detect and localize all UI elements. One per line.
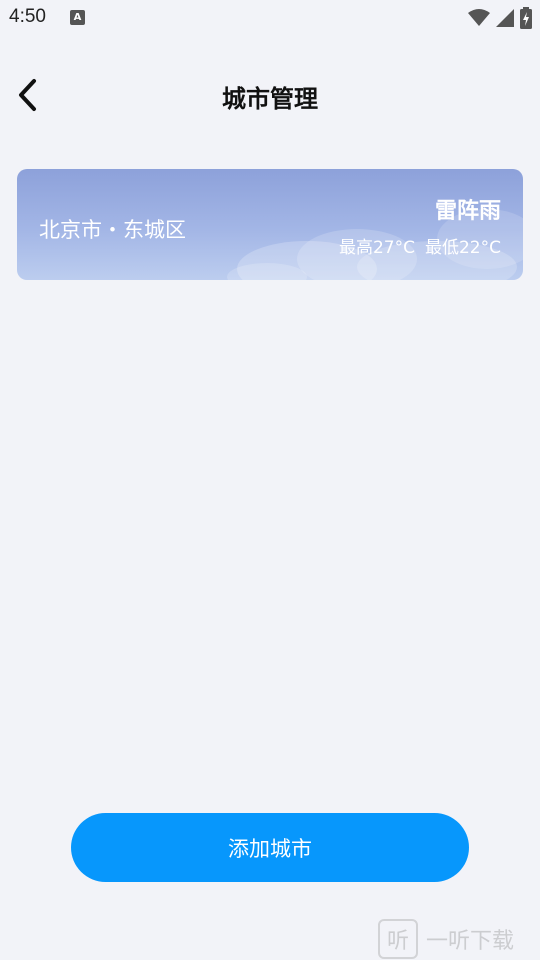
temperature-range: 最高27°C 最低22°C xyxy=(339,233,501,258)
status-bar: 4:50 A xyxy=(0,0,540,38)
watermark-logo-icon: 听 xyxy=(378,919,418,959)
watermark: 听 一听下载 xyxy=(378,918,540,960)
page-title: 城市管理 xyxy=(222,85,318,113)
city-name: 北京市・东城区 xyxy=(39,218,186,242)
city-management-screen: 4:50 A 城市管理 北京市・东城区 雷阵雨 最高27°C 最低22°C 添加… xyxy=(0,0,540,960)
watermark-text: 一听下载 xyxy=(426,929,515,954)
city-card[interactable]: 北京市・东城区 雷阵雨 最高27°C 最低22°C xyxy=(17,169,523,280)
battery-charging-icon xyxy=(520,7,532,29)
temp-low: 最低22°C xyxy=(424,238,501,258)
app-header: 城市管理 xyxy=(0,60,540,130)
weather-condition: 雷阵雨 xyxy=(434,199,501,224)
signal-icon xyxy=(496,9,514,27)
wifi-icon xyxy=(468,9,490,26)
temp-high: 最高27°C xyxy=(338,238,415,258)
notification-icon: A xyxy=(70,10,85,25)
status-icons xyxy=(468,7,532,29)
status-time: 4:50 xyxy=(9,6,46,27)
add-city-button[interactable]: 添加城市 xyxy=(71,813,469,882)
